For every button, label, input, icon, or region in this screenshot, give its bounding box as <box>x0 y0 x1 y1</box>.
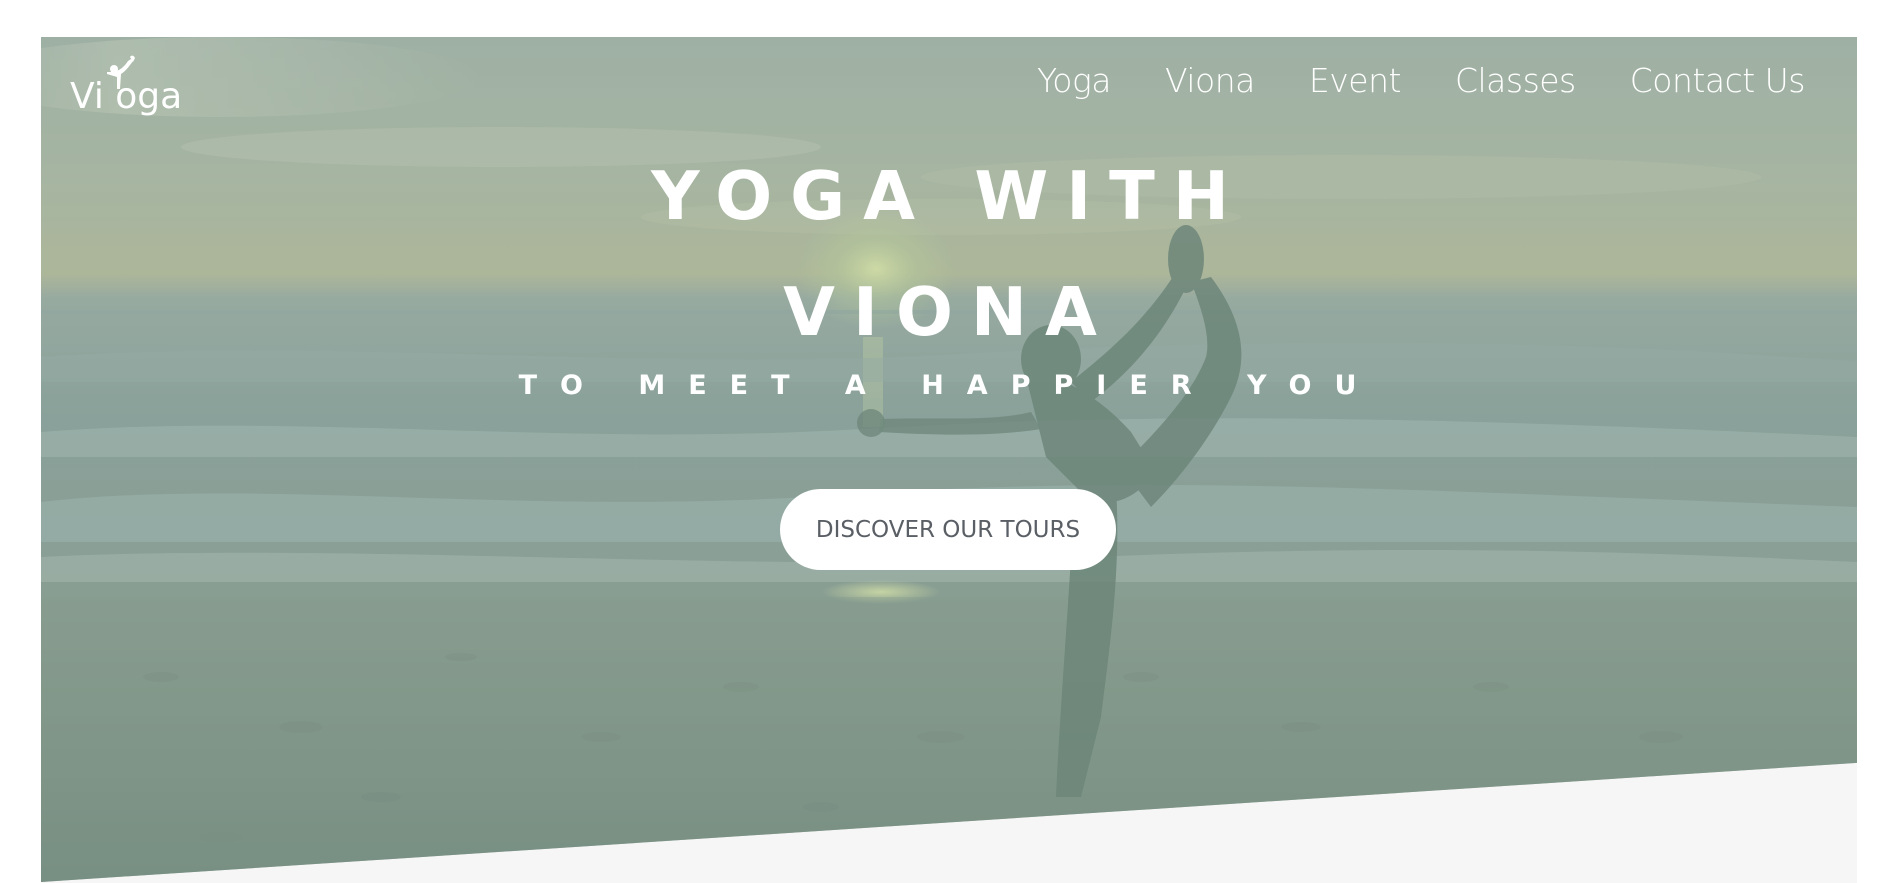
nav-item-contact-us[interactable]: Contact Us <box>1630 61 1806 100</box>
page: Vi oga Yoga Viona Event Classes Contact … <box>0 0 1896 883</box>
nav-item-event[interactable]: Event <box>1309 61 1402 100</box>
nav-item-classes[interactable]: Classes <box>1455 61 1576 100</box>
discover-tours-button[interactable]: DISCOVER OUR TOURS <box>780 489 1116 570</box>
site-logo[interactable]: Vi oga <box>70 55 220 115</box>
hero-headline-line-2: VIONA <box>783 273 1115 351</box>
hero-headline-line-1: YOGA WITH <box>651 157 1247 235</box>
nav-item-viona[interactable]: Viona <box>1165 61 1255 100</box>
yoga-pose-icon <box>107 55 135 89</box>
hero-section: Vi oga Yoga Viona Event Classes Contact … <box>41 37 1857 882</box>
main-nav: Yoga Viona Event Classes Contact Us <box>1037 61 1805 100</box>
nav-item-yoga[interactable]: Yoga <box>1037 61 1112 100</box>
hero-subheadline: TO MEET A HAPPIER YOU <box>518 370 1380 401</box>
